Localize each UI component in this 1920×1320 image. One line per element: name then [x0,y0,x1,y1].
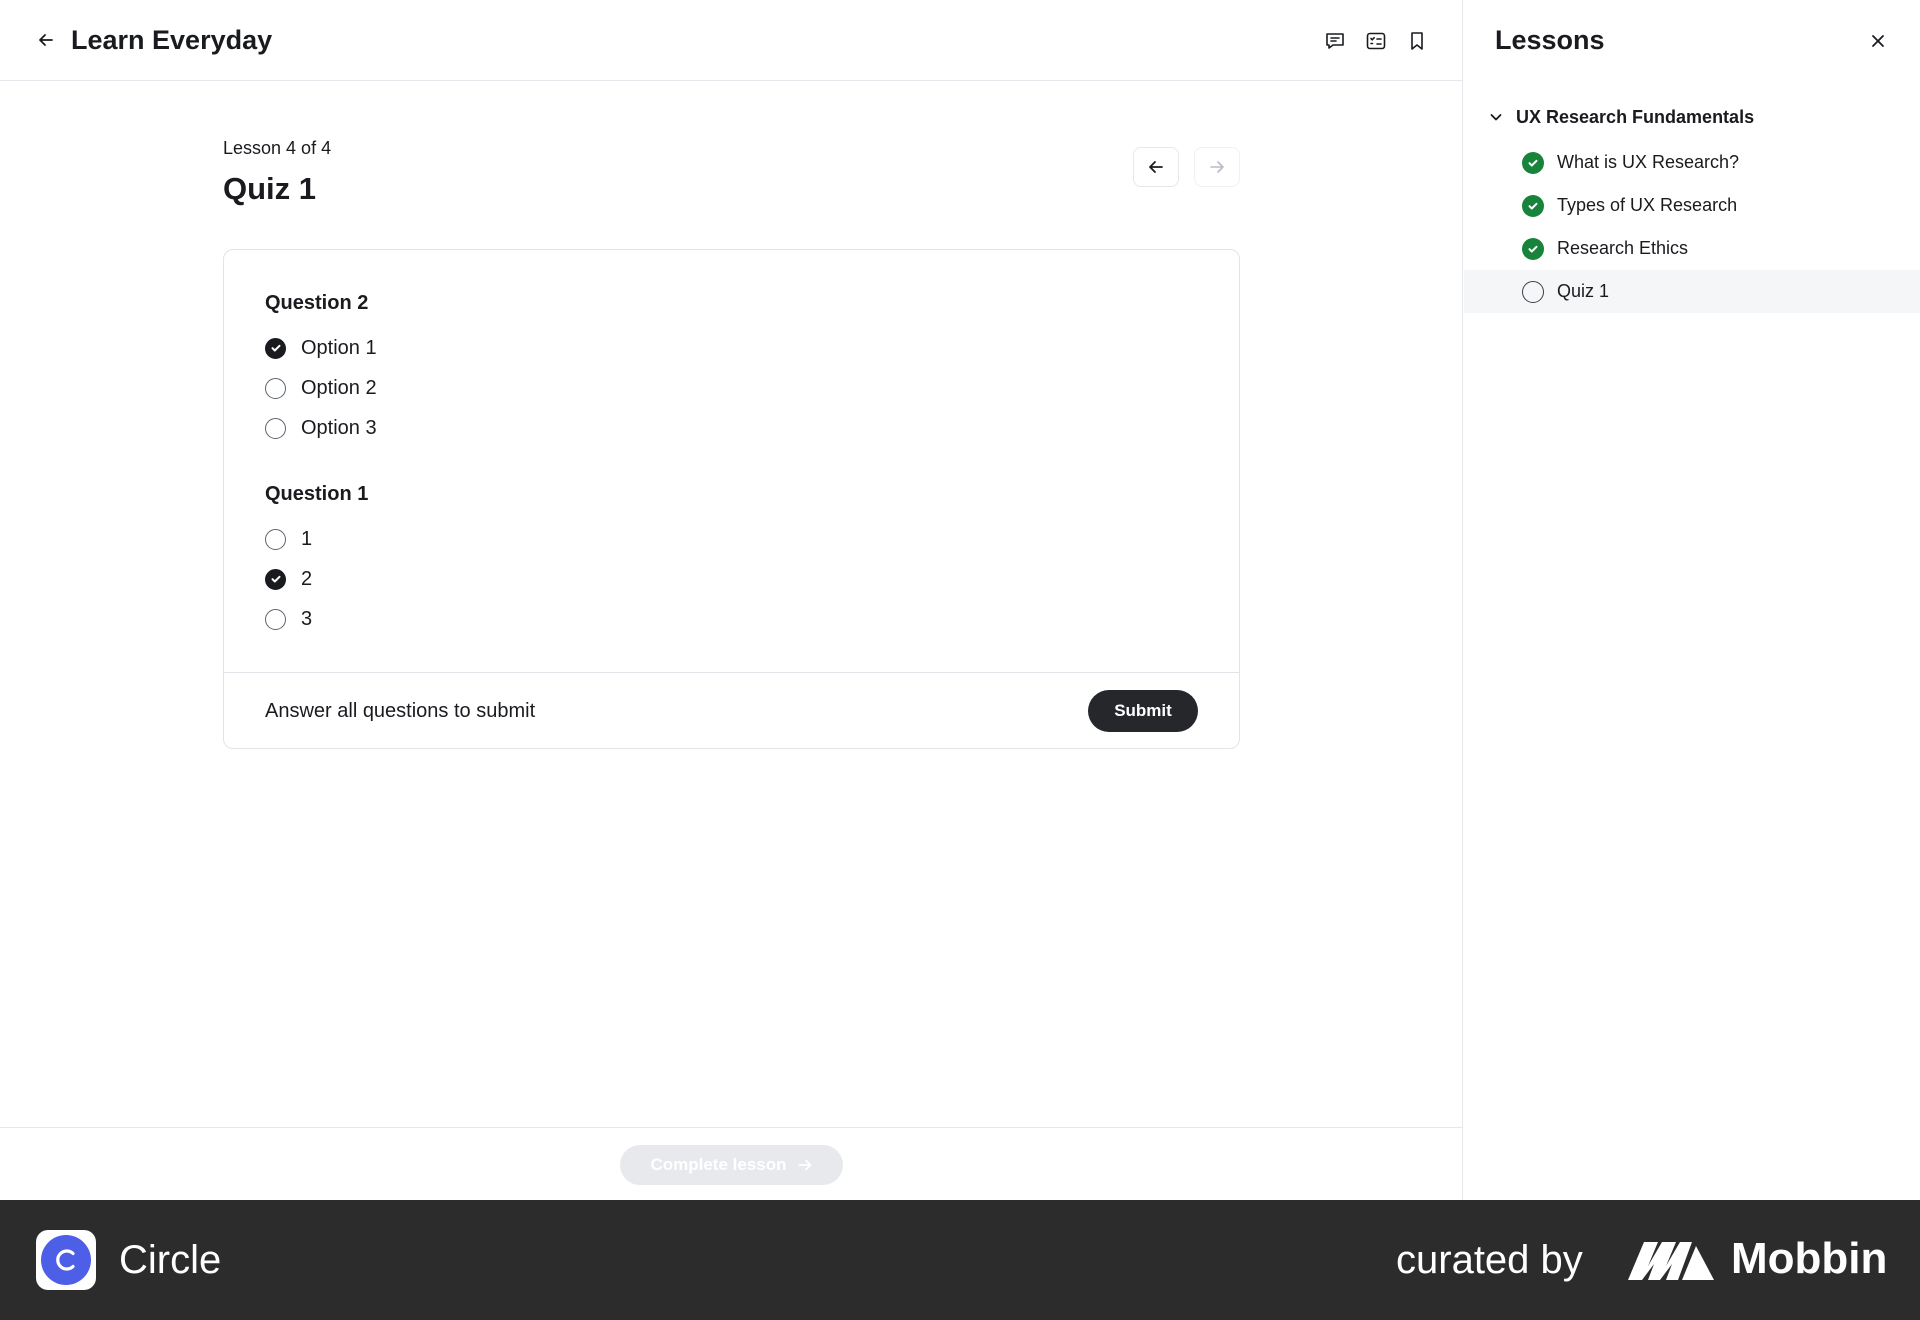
circle-logo-icon [36,1230,96,1290]
lesson-label: Types of UX Research [1557,195,1738,215]
answer-option[interactable]: Option 3 [265,408,377,448]
sidebar-item-lesson[interactable]: Types of UX Research [1464,184,1920,227]
answer-option-label: 1 [301,528,313,550]
sidebar-title: Lessons [1495,25,1605,55]
bookmark-icon [1411,32,1423,50]
submit-hint: Answer all questions to submit [265,700,536,722]
arrow-right-icon [1210,161,1224,173]
radio-checked-icon [265,568,286,590]
lesson-label: Research Ethics [1557,238,1689,258]
lesson-list-button[interactable] [1361,26,1391,56]
curated-by-label: curated by [1396,1238,1583,1282]
radio-unchecked-icon [265,528,286,550]
lesson-list: What is UX Research? Types of UX Researc… [1464,141,1920,313]
close-icon [1872,35,1884,47]
complete-lesson-label: Complete lesson [650,1155,787,1174]
radio-unchecked-icon [265,377,286,399]
quiz-footer: Answer all questions to submit Submit [224,672,1239,748]
lesson-title: Quiz 1 [223,171,317,206]
lesson-header: Lesson 4 of 4 Quiz 1 [223,136,1240,208]
previous-lesson-button[interactable] [1133,147,1179,187]
top-bar: Learn Everyday [0,0,1463,81]
back-arrow-icon [39,34,53,46]
question-title: Question 2 [265,292,369,314]
arrow-left-icon [1149,161,1163,173]
lesson-list-icon [1366,32,1386,50]
empty-circle-icon [1522,280,1544,303]
answer-option[interactable]: Option 1 [265,328,377,368]
check-circle-icon [1522,237,1544,260]
section-toggle[interactable]: UX Research Fundamentals [1488,100,1754,134]
brand-footer: Circle curated by Mobbin [0,1200,1920,1320]
answer-option[interactable]: 1 [265,519,368,559]
answer-option[interactable]: 3 [265,599,368,639]
bookmark-button[interactable] [1402,26,1432,56]
question-title: Question 1 [265,483,369,505]
sidebar-item-lesson[interactable]: What is UX Research? [1464,141,1920,184]
next-lesson-button[interactable] [1194,147,1240,187]
page-title: Learn Everyday [71,25,273,55]
quiz-card: Question 2 Option 1 Option 2 Option 3 Qu… [223,249,1240,749]
quiz-question: Question 1 1 2 3 [265,481,368,639]
lesson-label: Quiz 1 [1557,281,1610,301]
bottom-bar: Complete lesson [0,1127,1463,1200]
curator-name: Mobbin [1731,1234,1888,1283]
comments-icon [1326,33,1344,49]
complete-lesson-button[interactable]: Complete lesson [620,1145,843,1185]
answer-option-label: 2 [301,568,313,590]
check-circle-icon [1522,151,1544,174]
chevron-down-icon [1490,114,1502,121]
app-name: Circle [119,1238,222,1282]
radio-checked-icon [265,337,286,359]
section-title: UX Research Fundamentals [1516,106,1755,127]
answer-option-label: Option 1 [301,337,377,359]
answer-option-label: Option 3 [301,417,377,439]
radio-unchecked-icon [265,417,286,439]
mobbin-logo-icon [1628,1242,1714,1280]
lesson-label: What is UX Research? [1557,152,1740,172]
answer-option[interactable]: 2 [265,559,368,599]
back-button[interactable] [32,26,60,54]
answer-option[interactable]: Option 2 [265,368,377,408]
lessons-sidebar: Lessons UX Research Fundamentals What is… [1464,0,1920,1200]
close-sidebar-button[interactable] [1863,26,1893,56]
submit-button[interactable]: Submit [1088,690,1198,732]
answer-option-label: 3 [301,608,313,630]
check-circle-icon [1522,194,1544,217]
radio-unchecked-icon [265,608,286,630]
arrow-right-icon [798,1159,811,1171]
sidebar-item-lesson[interactable]: Research Ethics [1464,227,1920,270]
lesson-counter: Lesson 4 of 4 [223,138,332,158]
main-content: Learn Everyday Lesson 4 of 4 Quiz 1 Ques… [0,0,1463,1200]
sidebar-item-lesson-active[interactable]: Quiz 1 [1464,270,1920,313]
comments-button[interactable] [1320,26,1350,56]
quiz-question: Question 2 Option 1 Option 2 Option 3 [265,290,377,448]
answer-option-label: Option 2 [301,377,377,399]
